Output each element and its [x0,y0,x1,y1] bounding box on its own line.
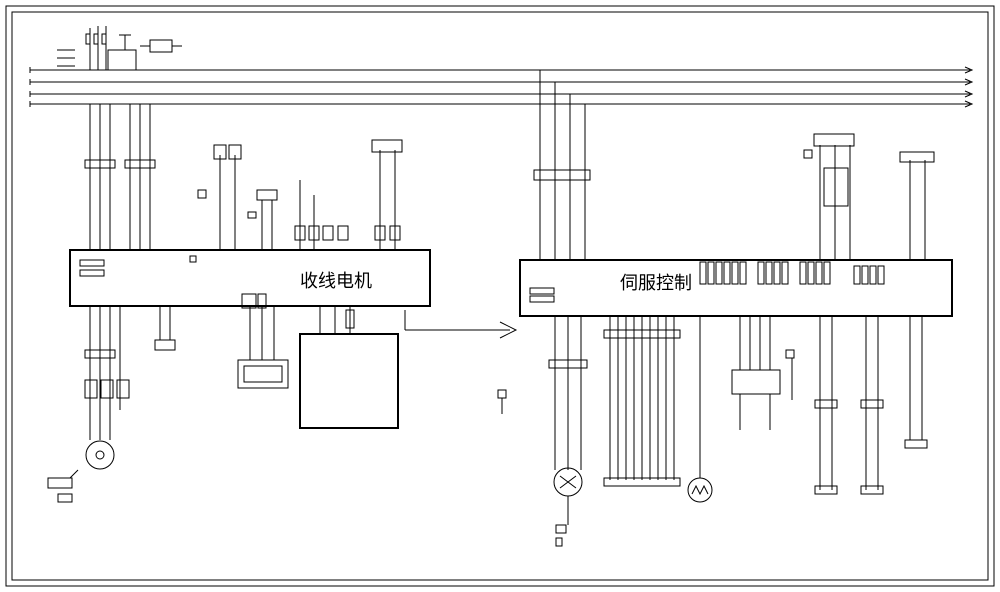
main-breaker [57,26,182,70]
right-lower-wiring [498,316,927,546]
electrical-schematic: 收线电机 [0,0,1000,592]
left-drops [85,104,402,250]
left-lower-wiring [48,294,398,502]
right-block-label: 伺服控制 [620,273,692,293]
block-left: 收线电机 [70,250,430,312]
left-block-label: 收线电机 [300,271,372,291]
inner-frame [12,12,988,580]
block-right: 伺服控制 [520,260,952,316]
bus-rails [30,67,972,107]
link-arrow [405,310,516,338]
right-drops [534,70,934,260]
outer-frame [6,6,994,586]
